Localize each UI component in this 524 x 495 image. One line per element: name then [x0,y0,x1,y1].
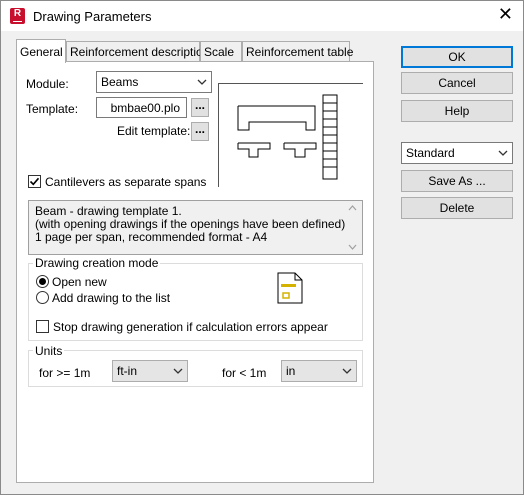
chevron-down-icon [197,79,207,85]
app-icon-letter: R [13,8,22,19]
template-label: Template: [26,102,79,116]
browse-template-button[interactable]: ... [191,98,209,117]
scroll-down-icon[interactable] [348,244,357,250]
window-title: Drawing Parameters [33,9,152,24]
cancel-button[interactable]: Cancel [401,72,513,94]
preset-select[interactable]: Standard [401,142,513,164]
title-bar: R Drawing Parameters ✕ [1,1,523,31]
open-new-label: Open new [52,275,107,289]
cantilevers-label: Cantilevers as separate spans [45,175,207,189]
app-icon: R [10,8,25,24]
creation-mode-title: Drawing creation mode [33,256,161,270]
units-lt1m-value: in [286,364,296,378]
units-lt1m-label: for < 1m [222,366,267,380]
chevron-down-icon [498,150,508,156]
module-select-value: Beams [101,75,139,89]
document-icon [277,272,303,304]
dialog-window: R Drawing Parameters ✕ General Reinforce… [0,0,524,495]
edit-template-label: Edit template: [117,124,191,138]
add-drawing-radio[interactable] [36,291,49,304]
add-drawing-label: Add drawing to the list [52,291,171,305]
tab-reinforcement-table[interactable]: Reinforcement table [242,41,353,62]
close-icon[interactable]: ✕ [498,5,513,23]
module-select[interactable]: Beams [96,71,212,93]
ok-button[interactable]: OK [401,46,513,68]
module-label: Module: [26,77,69,91]
units-title: Units [33,344,65,358]
template-description: Beam - drawing template 1. (with opening… [28,200,363,255]
preset-select-value: Standard [406,146,455,160]
edit-template-button[interactable]: ... [191,122,209,141]
units-ge1m-label: for >= 1m [39,366,91,380]
template-preview [218,83,363,187]
tab-general[interactable]: General [16,39,66,63]
scroll-up-icon[interactable] [348,205,357,211]
stop-generation-label: Stop drawing generation if calculation e… [53,320,328,334]
description-line: 1 page per span, recommended format - A4 [35,230,268,244]
help-button[interactable]: Help [401,100,513,122]
cantilevers-checkbox[interactable] [28,175,41,188]
checkmark-icon [29,177,40,186]
delete-button[interactable]: Delete [401,197,513,219]
chevron-down-icon [342,368,352,374]
template-field[interactable]: bmbae00.plo [96,97,187,118]
open-new-radio[interactable] [36,275,49,288]
tab-reinforcement-description[interactable]: Reinforcement description [66,41,209,62]
save-as-button[interactable]: Save As ... [401,170,513,192]
units-ge1m-select[interactable]: ft-in [112,360,188,382]
stop-generation-checkbox[interactable] [36,320,49,333]
tab-scale[interactable]: Scale [200,41,242,62]
template-field-value: bmbae00.plo [110,101,180,115]
units-ge1m-value: ft-in [117,364,138,378]
chevron-down-icon [173,368,183,374]
tab-panel-general: Module: Beams Template: bmbae00.plo ... … [16,61,374,483]
units-lt1m-select[interactable]: in [281,360,357,382]
beam-drawing-icon [237,94,338,180]
